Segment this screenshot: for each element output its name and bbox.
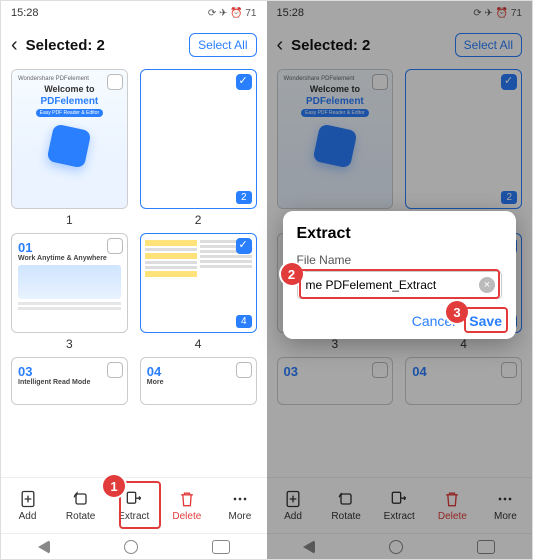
header-title: Selected: 2 [26, 37, 181, 54]
bottom-toolbar: Add Rotate Extract Delete More [1, 477, 267, 533]
filename-value: me PDFelement_Extract [306, 278, 437, 292]
header: ‹ Selected: 2 Select All [1, 25, 267, 65]
screen-right: 15:28 ⟳ ✈ ⏰ 71 ‹ Selected: 2 Select All … [267, 1, 533, 559]
nav-home-icon[interactable] [124, 540, 138, 554]
more-button[interactable]: More [482, 489, 530, 522]
dialog-title: Extract [297, 225, 503, 243]
status-icons: ⟳ ✈ ⏰ 71 [473, 8, 522, 19]
bottom-toolbar: Add Rotate Extract Delete More [267, 477, 533, 533]
header-title: Selected: 2 [291, 37, 446, 54]
page-thumb-6[interactable]: 04More [140, 357, 257, 405]
checkbox-icon[interactable] [107, 74, 123, 90]
checkbox-icon[interactable] [107, 238, 123, 254]
delete-button[interactable]: Delete [428, 489, 476, 522]
select-all-button[interactable]: Select All [189, 33, 256, 57]
extract-button[interactable]: Extract [375, 489, 423, 522]
extract-icon [124, 489, 144, 509]
rotate-button[interactable]: Rotate [322, 489, 370, 522]
page-thumb-4[interactable]: 4 4 [140, 233, 257, 351]
page-number: 4 [195, 337, 202, 351]
checkbox-icon[interactable] [236, 238, 252, 254]
checkbox-icon[interactable] [236, 74, 252, 90]
status-time: 15:28 [277, 7, 305, 19]
save-button[interactable]: Save [469, 313, 502, 329]
add-button[interactable]: Add [269, 489, 317, 522]
page-number: 2 [195, 213, 202, 227]
page-number: 3 [66, 337, 73, 351]
page-thumb-3[interactable]: 01 Work Anytime & Anywhere 3 [11, 233, 128, 351]
select-all-button[interactable]: Select All [455, 33, 522, 57]
back-icon[interactable]: ‹ [277, 34, 284, 57]
extract-dialog: Extract File Name me PDFelement_Extract … [283, 211, 517, 339]
nav-recent-icon[interactable] [212, 540, 230, 554]
back-icon[interactable]: ‹ [11, 34, 18, 57]
delete-button[interactable]: Delete [163, 489, 211, 522]
status-icons: ⟳ ✈ ⏰ 71 [208, 8, 257, 19]
trash-icon [177, 489, 197, 509]
status-bar: 15:28 ⟳ ✈ ⏰ 71 [267, 1, 533, 25]
more-icon [230, 489, 250, 509]
screen-left: 15:28 ⟳ ✈ ⏰ 71 ‹ Selected: 2 Select All … [1, 1, 267, 559]
filename-input[interactable]: me PDFelement_Extract × [297, 271, 503, 299]
add-page-icon [18, 489, 38, 509]
annotation-1: 1 [103, 475, 125, 497]
selection-badge: 4 [236, 315, 252, 328]
checkbox-icon[interactable] [107, 362, 123, 378]
logo-cube-icon [47, 123, 92, 168]
checkbox-icon[interactable] [236, 362, 252, 378]
android-nav [1, 533, 267, 559]
status-time: 15:28 [11, 7, 39, 19]
page-thumb-2[interactable]: 2 2 [140, 69, 257, 227]
selection-badge: 2 [236, 191, 252, 204]
annotation-2: 2 [281, 263, 303, 285]
status-bar: 15:28 ⟳ ✈ ⏰ 71 [1, 1, 267, 25]
nav-back-icon[interactable] [38, 540, 50, 554]
more-button[interactable]: More [216, 489, 264, 522]
page-thumb-1[interactable]: Wondershare PDFelement Welcome to PDFele… [11, 69, 128, 227]
add-button[interactable]: Add [4, 489, 52, 522]
page-grid: Wondershare PDFelement Welcome to PDFele… [1, 65, 267, 477]
header: ‹ Selected: 2 Select All [267, 25, 533, 65]
page-number: 1 [66, 213, 73, 227]
filename-label: File Name [297, 253, 503, 267]
rotate-icon [71, 489, 91, 509]
page-thumb-5[interactable]: 03Intelligent Read Mode [11, 357, 128, 405]
rotate-button[interactable]: Rotate [57, 489, 105, 522]
clear-icon[interactable]: × [479, 277, 495, 293]
annotation-3: 3 [446, 301, 468, 323]
